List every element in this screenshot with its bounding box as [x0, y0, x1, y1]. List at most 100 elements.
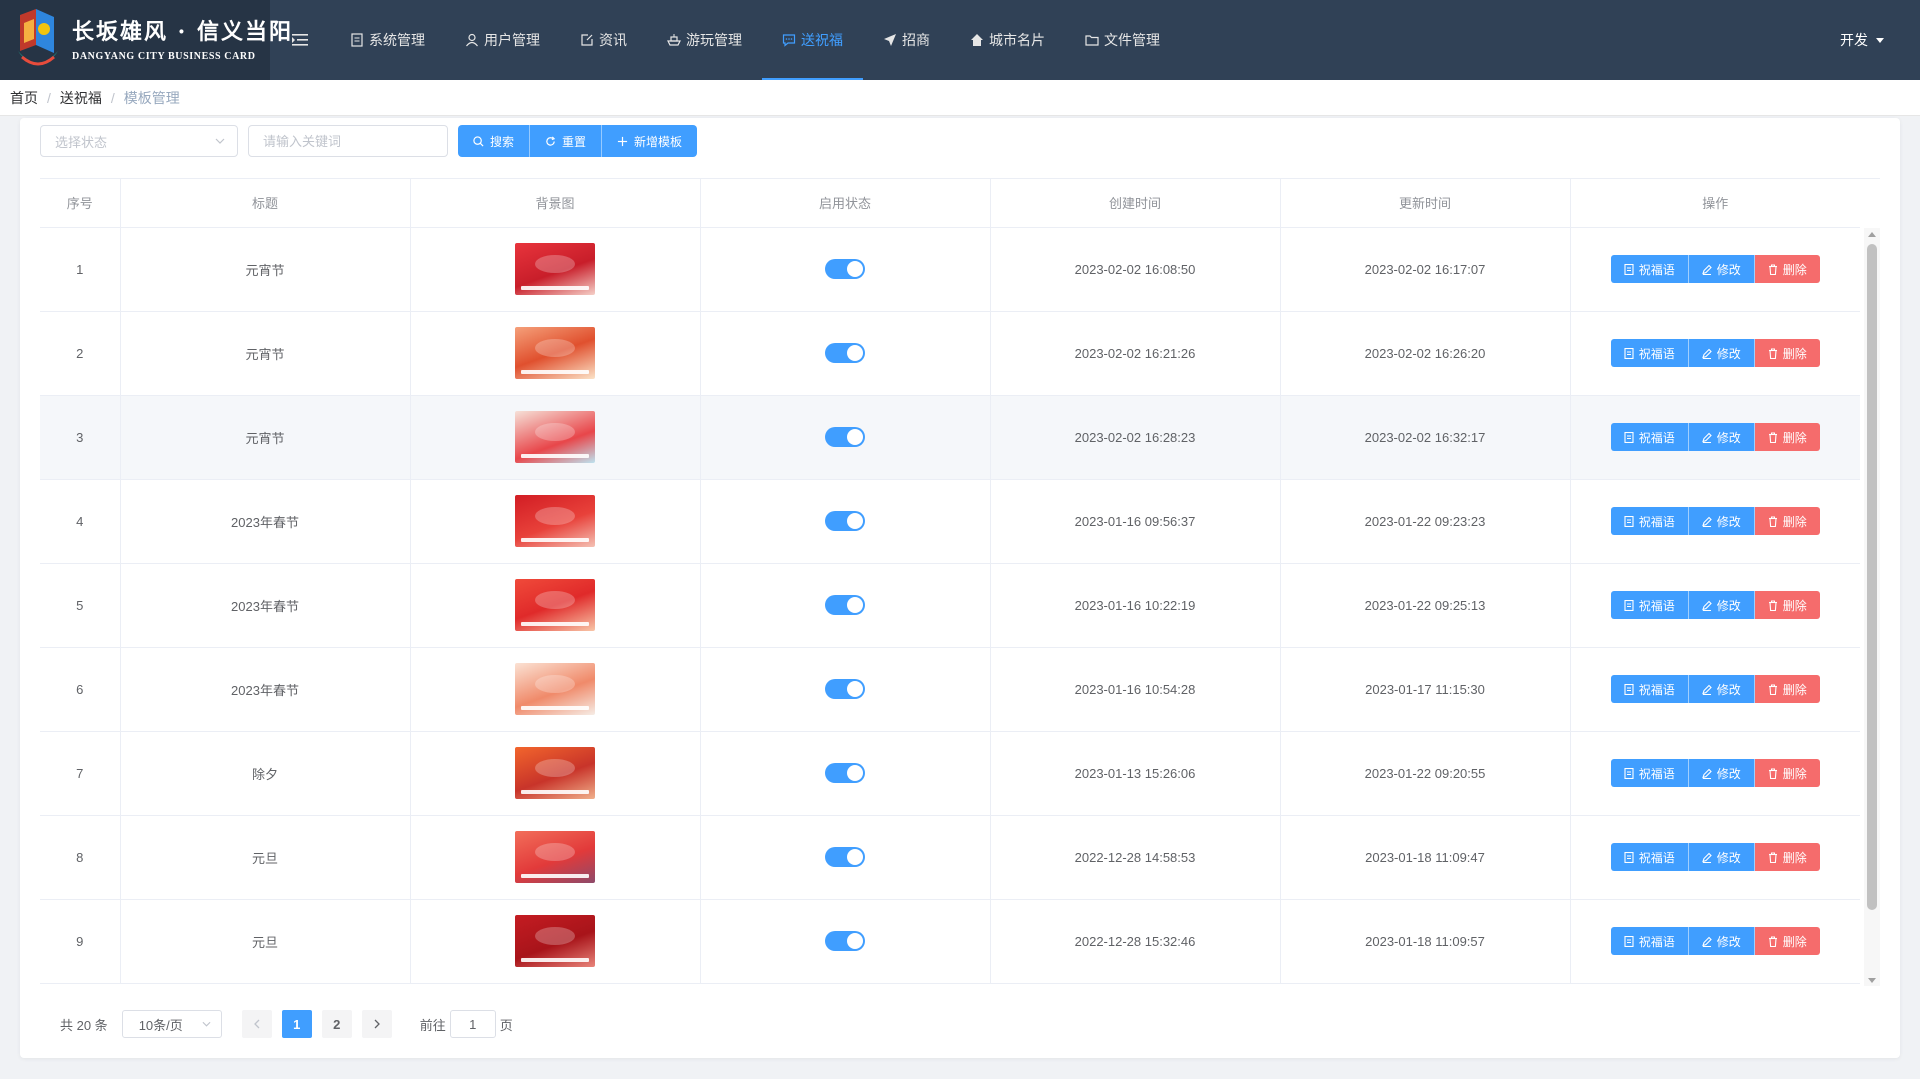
- sidebar-toggle-icon[interactable]: [270, 0, 330, 80]
- table-row: 8 元旦 2022-12-28 14:58:53 2023-01-18 11:09:4…: [40, 815, 1860, 900]
- row-actions-cell: 祝福语 修改 删除: [1570, 395, 1860, 480]
- delete-button[interactable]: 删除: [1754, 423, 1820, 451]
- document-icon: [351, 33, 363, 47]
- delete-button[interactable]: 删除: [1754, 339, 1820, 367]
- logo-title: 长坂雄风 · 信义当阳: [72, 18, 293, 45]
- enable-status-switch[interactable]: [825, 931, 865, 951]
- enable-status-switch[interactable]: [825, 595, 865, 615]
- blessing-button[interactable]: 祝福语: [1610, 759, 1689, 787]
- row-index: 4: [40, 479, 121, 564]
- user-menu[interactable]: 开发: [1840, 0, 1884, 80]
- edit-icon: [581, 34, 593, 46]
- blessing-button[interactable]: 祝福语: [1610, 423, 1689, 451]
- delete-button[interactable]: 删除: [1754, 759, 1820, 787]
- page-button-1[interactable]: 1: [281, 1010, 312, 1038]
- blessing-button[interactable]: 祝福语: [1610, 507, 1689, 535]
- nav-item-news[interactable]: 资讯: [560, 0, 647, 80]
- scroll-up-arrow-icon[interactable]: [1868, 232, 1876, 237]
- background-thumbnail[interactable]: [515, 915, 595, 967]
- row-index: 2: [40, 311, 121, 396]
- table-row: 9 元旦 2022-12-28 15:32:46 2023-01-18 11:09:5…: [40, 899, 1860, 984]
- reset-button[interactable]: 重置: [530, 125, 603, 157]
- logo[interactable]: 长坂雄风 · 信义当阳 DANGYANG CITY BUSINESS CARD: [0, 0, 291, 80]
- edit-button[interactable]: 修改: [1688, 423, 1755, 451]
- delete-button[interactable]: 删除: [1754, 255, 1820, 283]
- blessing-button[interactable]: 祝福语: [1610, 339, 1689, 367]
- table-row: 5 2023年春节 2023-01-16 10:22:19 2023-01-22 09…: [40, 563, 1860, 648]
- edit-button[interactable]: 修改: [1688, 675, 1755, 703]
- edit-button-label: 修改: [1716, 262, 1741, 277]
- edit-button[interactable]: 修改: [1688, 591, 1755, 619]
- background-thumbnail[interactable]: [515, 663, 595, 715]
- row-background-cell: [410, 479, 701, 564]
- enable-status-switch[interactable]: [825, 679, 865, 699]
- delete-button[interactable]: 删除: [1754, 507, 1820, 535]
- background-thumbnail[interactable]: [515, 495, 595, 547]
- row-title: 除夕: [120, 731, 411, 816]
- switch-knob: [847, 765, 863, 781]
- blessing-button[interactable]: 祝福语: [1610, 843, 1689, 871]
- nav-item-users[interactable]: 用户管理: [445, 0, 560, 80]
- delete-button[interactable]: 删除: [1754, 843, 1820, 871]
- edit-button[interactable]: 修改: [1688, 843, 1755, 871]
- breadcrumb-blessing[interactable]: 送祝福: [60, 88, 102, 108]
- scroll-down-arrow-icon[interactable]: [1868, 978, 1876, 983]
- row-updated-time: 2023-02-02 16:32:17: [1280, 395, 1571, 480]
- enable-status-switch[interactable]: [825, 343, 865, 363]
- row-created-time: 2023-01-16 09:56:37: [990, 479, 1281, 564]
- nav-item-investment[interactable]: 招商: [863, 0, 950, 80]
- prev-page-button[interactable]: [241, 1010, 272, 1038]
- goto-page-input[interactable]: [449, 1010, 496, 1038]
- nav-item-city-card[interactable]: 城市名片: [950, 0, 1065, 80]
- scroll-thumb[interactable]: [1867, 244, 1877, 910]
- table-scrollbar[interactable]: [1864, 228, 1880, 986]
- edit-button[interactable]: 修改: [1688, 255, 1755, 283]
- page-button-2[interactable]: 2: [321, 1010, 352, 1038]
- edit-button[interactable]: 修改: [1688, 759, 1755, 787]
- blessing-button[interactable]: 祝福语: [1610, 675, 1689, 703]
- nav-label: 用户管理: [484, 32, 540, 48]
- switch-knob: [847, 261, 863, 277]
- edit-button[interactable]: 修改: [1688, 927, 1755, 955]
- edit-button[interactable]: 修改: [1688, 339, 1755, 367]
- keyword-input[interactable]: [248, 125, 448, 157]
- delete-button[interactable]: 删除: [1754, 591, 1820, 619]
- nav-item-system[interactable]: 系统管理: [330, 0, 445, 80]
- row-updated-time: 2023-02-02 16:17:07: [1280, 227, 1571, 312]
- nav-item-tour[interactable]: 游玩管理: [647, 0, 762, 80]
- enable-status-switch[interactable]: [825, 259, 865, 279]
- delete-button[interactable]: 删除: [1754, 927, 1820, 955]
- blessing-button[interactable]: 祝福语: [1610, 255, 1689, 283]
- background-thumbnail[interactable]: [515, 411, 595, 463]
- search-button[interactable]: 搜索: [458, 125, 531, 157]
- page-size-select[interactable]: 10条/页: [121, 1010, 222, 1038]
- nav-item-blessing[interactable]: 送祝福: [762, 0, 863, 80]
- nav-item-files[interactable]: 文件管理: [1065, 0, 1180, 80]
- background-thumbnail[interactable]: [515, 579, 595, 631]
- enable-status-switch[interactable]: [825, 427, 865, 447]
- edit-button-label: 修改: [1716, 514, 1741, 529]
- delete-button[interactable]: 删除: [1754, 675, 1820, 703]
- search-icon: [473, 135, 484, 147]
- blessing-button[interactable]: 祝福语: [1610, 591, 1689, 619]
- row-status-cell: [700, 227, 991, 312]
- row-updated-time: 2023-01-18 11:09:57: [1280, 899, 1571, 984]
- background-thumbnail[interactable]: [515, 327, 595, 379]
- background-thumbnail[interactable]: [515, 243, 595, 295]
- enable-status-switch[interactable]: [825, 511, 865, 531]
- edit-button[interactable]: 修改: [1688, 507, 1755, 535]
- add-template-button[interactable]: 新增模板: [602, 125, 698, 157]
- next-page-button[interactable]: [361, 1010, 392, 1038]
- enable-status-switch[interactable]: [825, 763, 865, 783]
- background-thumbnail[interactable]: [515, 747, 595, 799]
- trash-icon: [1768, 432, 1777, 443]
- column-header-status: 启用状态: [700, 179, 991, 228]
- enable-status-switch[interactable]: [825, 847, 865, 867]
- status-select[interactable]: 选择状态: [40, 125, 238, 157]
- edit-button-label: 修改: [1716, 850, 1741, 865]
- blessing-button[interactable]: 祝福语: [1610, 927, 1689, 955]
- row-status-cell: [700, 731, 991, 816]
- content-card: 选择状态 搜索 重置 新增模板 序号: [20, 118, 1900, 1058]
- breadcrumb-home[interactable]: 首页: [10, 88, 38, 108]
- background-thumbnail[interactable]: [515, 831, 595, 883]
